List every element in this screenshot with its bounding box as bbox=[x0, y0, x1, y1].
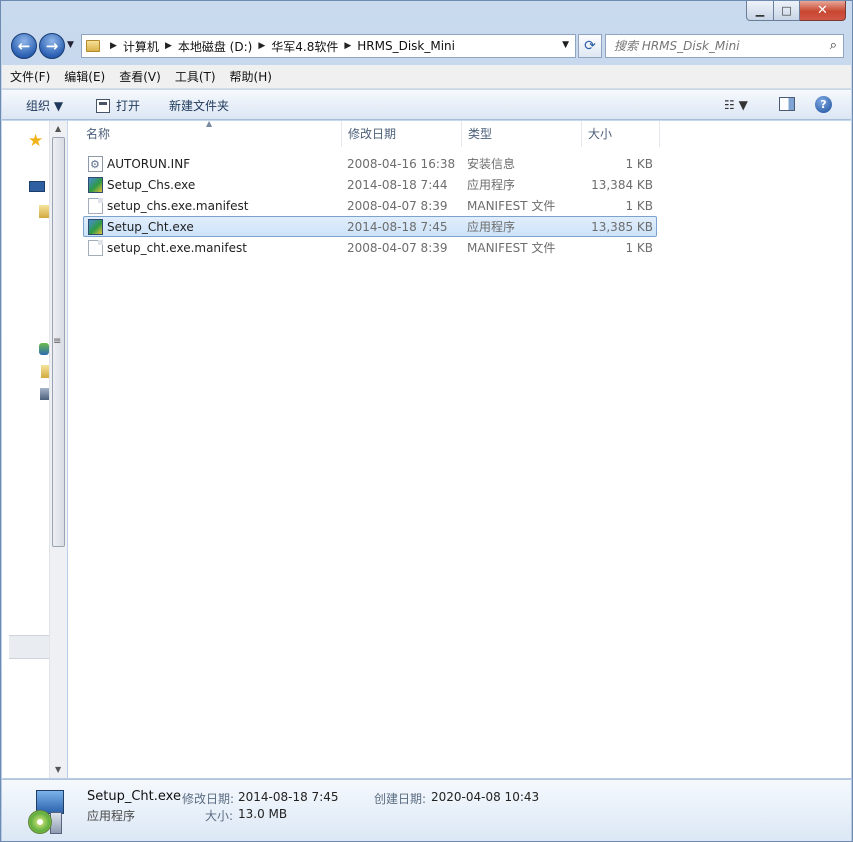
command-bar: 组织 ▼ 打开 新建文件夹 ☷ ▼ ? bbox=[2, 90, 851, 120]
forward-button[interactable]: → bbox=[39, 33, 65, 59]
file-name: setup_chs.exe.manifest bbox=[107, 199, 249, 213]
details-size-label: 大小: bbox=[205, 809, 234, 823]
window-controls: ▁ □ ✕ bbox=[746, 1, 846, 21]
file-date: 2014-08-18 7:45 bbox=[347, 220, 448, 234]
scroll-down-icon[interactable]: ▼ bbox=[55, 765, 61, 774]
search-box[interactable]: ⌕ bbox=[605, 34, 844, 58]
open-label: 打开 bbox=[116, 99, 141, 113]
menu-edit[interactable]: 编辑(E) bbox=[64, 68, 105, 85]
breadcrumb-arrow-icon[interactable]: ▶ bbox=[344, 41, 351, 51]
navigation-pane: ★ bbox=[2, 121, 52, 778]
file-date: 2008-04-07 8:39 bbox=[347, 199, 448, 213]
file-row-setup-chs-manifest[interactable]: setup_chs.exe.manifest 2008-04-07 8:39 M… bbox=[83, 195, 657, 216]
desktop-icon[interactable] bbox=[29, 181, 45, 192]
details-modified-label: 修改日期: bbox=[182, 792, 235, 806]
file-size: 1 KB bbox=[625, 157, 653, 171]
file-size: 1 KB bbox=[625, 199, 653, 213]
computer-icon[interactable] bbox=[40, 388, 49, 400]
breadcrumb-computer[interactable]: 计算机 bbox=[123, 38, 159, 55]
file-row-setup-cht-exe[interactable]: Setup_Cht.exe 2014-08-18 7:45 应用程序 13,38… bbox=[83, 216, 657, 237]
file-size: 1 KB bbox=[625, 241, 653, 255]
inf-settings-icon bbox=[88, 155, 103, 175]
menu-bar: 文件(F) 编辑(E) 查看(V) 工具(T) 帮助(H) bbox=[2, 65, 851, 89]
file-row-setup-chs-exe[interactable]: Setup_Chs.exe 2014-08-18 7:44 应用程序 13,38… bbox=[83, 174, 657, 195]
history-dropdown-icon[interactable]: ▼ bbox=[67, 40, 74, 50]
minimize-button[interactable]: ▁ bbox=[746, 1, 774, 21]
details-modified-value: 2014-08-18 7:45 bbox=[238, 790, 339, 804]
document-icon bbox=[88, 198, 103, 214]
file-date: 2008-04-07 8:39 bbox=[347, 241, 448, 255]
column-headers: ▲ 名称 修改日期 类型 大小 bbox=[68, 119, 851, 147]
navigation-bar: ← → ▼ ▶ 计算机 ▶ 本地磁盘 (D:) ▶ 华军4.8软件 ▶ HRMS… bbox=[9, 32, 844, 60]
favorites-star-icon[interactable]: ★ bbox=[28, 131, 43, 151]
open-icon bbox=[96, 98, 110, 113]
breadcrumb-arrow-icon[interactable]: ▶ bbox=[110, 41, 117, 51]
folder-icon bbox=[86, 40, 100, 52]
homegroup-icon[interactable] bbox=[39, 343, 49, 355]
file-type: 安装信息 bbox=[467, 157, 516, 171]
scroll-up-icon[interactable]: ▲ bbox=[55, 124, 61, 133]
file-row-setup-cht-manifest[interactable]: setup_cht.exe.manifest 2008-04-07 8:39 M… bbox=[83, 237, 657, 258]
search-icon[interactable]: ⌕ bbox=[830, 38, 837, 53]
help-icon[interactable]: ? bbox=[815, 96, 832, 113]
breadcrumb-arrow-icon[interactable]: ▶ bbox=[258, 41, 265, 51]
address-bar[interactable]: ▶ 计算机 ▶ 本地磁盘 (D:) ▶ 华军4.8软件 ▶ HRMS_Disk_… bbox=[81, 34, 576, 58]
preview-pane-icon[interactable] bbox=[779, 97, 795, 111]
file-type: 应用程序 bbox=[467, 220, 516, 234]
column-header-name[interactable]: 名称 bbox=[80, 121, 342, 147]
details-pane: Setup_Cht.exe 应用程序 修改日期: 2014-08-18 7:45… bbox=[2, 779, 851, 841]
file-size: 13,384 KB bbox=[591, 178, 653, 192]
breadcrumb-arrow-icon[interactable]: ▶ bbox=[165, 41, 172, 51]
search-input[interactable] bbox=[614, 39, 814, 53]
column-header-type[interactable]: 类型 bbox=[462, 121, 582, 147]
file-name: Setup_Cht.exe bbox=[107, 220, 194, 234]
nav-pane-divider bbox=[9, 635, 49, 659]
organize-button[interactable]: 组织 ▼ bbox=[26, 97, 63, 114]
file-name: Setup_Chs.exe bbox=[107, 178, 196, 192]
breadcrumb-software-folder[interactable]: 华军4.8软件 bbox=[271, 38, 338, 55]
change-view-button[interactable]: ☷ ▼ bbox=[724, 98, 748, 112]
setup-exe-icon bbox=[88, 219, 103, 235]
maximize-button[interactable]: □ bbox=[774, 1, 800, 21]
setup-exe-icon bbox=[88, 177, 103, 193]
breadcrumb-drive-d[interactable]: 本地磁盘 (D:) bbox=[178, 38, 252, 55]
refresh-icon: ⟳ bbox=[584, 38, 596, 54]
column-header-date[interactable]: 修改日期 bbox=[342, 121, 462, 147]
file-type: 应用程序 bbox=[467, 178, 516, 192]
breadcrumb-current-folder[interactable]: HRMS_Disk_Mini bbox=[357, 39, 455, 53]
nav-pane-scrollbar[interactable]: ▲ ≡ ▼ bbox=[49, 121, 67, 778]
file-name: AUTORUN.INF bbox=[107, 157, 191, 171]
address-dropdown-icon[interactable]: ▼ bbox=[562, 40, 569, 50]
menu-help[interactable]: 帮助(H) bbox=[230, 68, 272, 85]
menu-file[interactable]: 文件(F) bbox=[10, 68, 50, 85]
file-name: setup_cht.exe.manifest bbox=[107, 241, 247, 255]
details-created-value: 2020-04-08 10:43 bbox=[431, 790, 540, 804]
file-list: ▲ 名称 修改日期 类型 大小 AUTORUN.INF 2008-04-16 1… bbox=[68, 119, 851, 778]
menu-tools[interactable]: 工具(T) bbox=[175, 68, 216, 85]
file-date: 2014-08-18 7:44 bbox=[347, 178, 448, 192]
details-created-label: 创建日期: bbox=[374, 792, 427, 806]
library-icon[interactable] bbox=[39, 205, 49, 218]
back-button[interactable]: ← bbox=[11, 33, 37, 59]
details-file-name: Setup_Cht.exe bbox=[87, 789, 181, 804]
column-header-size[interactable]: 大小 bbox=[582, 121, 660, 147]
document-icon bbox=[88, 240, 103, 256]
new-folder-button[interactable]: 新建文件夹 bbox=[169, 97, 229, 114]
refresh-button[interactable]: ⟳ bbox=[578, 34, 602, 58]
file-size: 13,385 KB bbox=[591, 220, 653, 234]
menu-view[interactable]: 查看(V) bbox=[119, 68, 161, 85]
setup-exe-icon bbox=[26, 786, 66, 836]
details-file-type: 应用程序 bbox=[87, 809, 136, 823]
file-row-autorun-inf[interactable]: AUTORUN.INF 2008-04-16 16:38 安装信息 1 KB bbox=[83, 153, 657, 175]
explorer-window: ▁ □ ✕ ← → ▼ ▶ 计算机 ▶ 本地磁盘 (D:) ▶ 华军4.8软件 … bbox=[0, 0, 853, 842]
file-type: MANIFEST 文件 bbox=[467, 199, 556, 213]
scrollbar-grip-icon: ≡ bbox=[53, 336, 62, 347]
close-button[interactable]: ✕ bbox=[800, 1, 846, 21]
details-size-value: 13.0 MB bbox=[238, 807, 288, 821]
file-type: MANIFEST 文件 bbox=[467, 241, 556, 255]
file-date: 2008-04-16 16:38 bbox=[347, 157, 456, 171]
open-button[interactable]: 打开 bbox=[96, 97, 140, 114]
